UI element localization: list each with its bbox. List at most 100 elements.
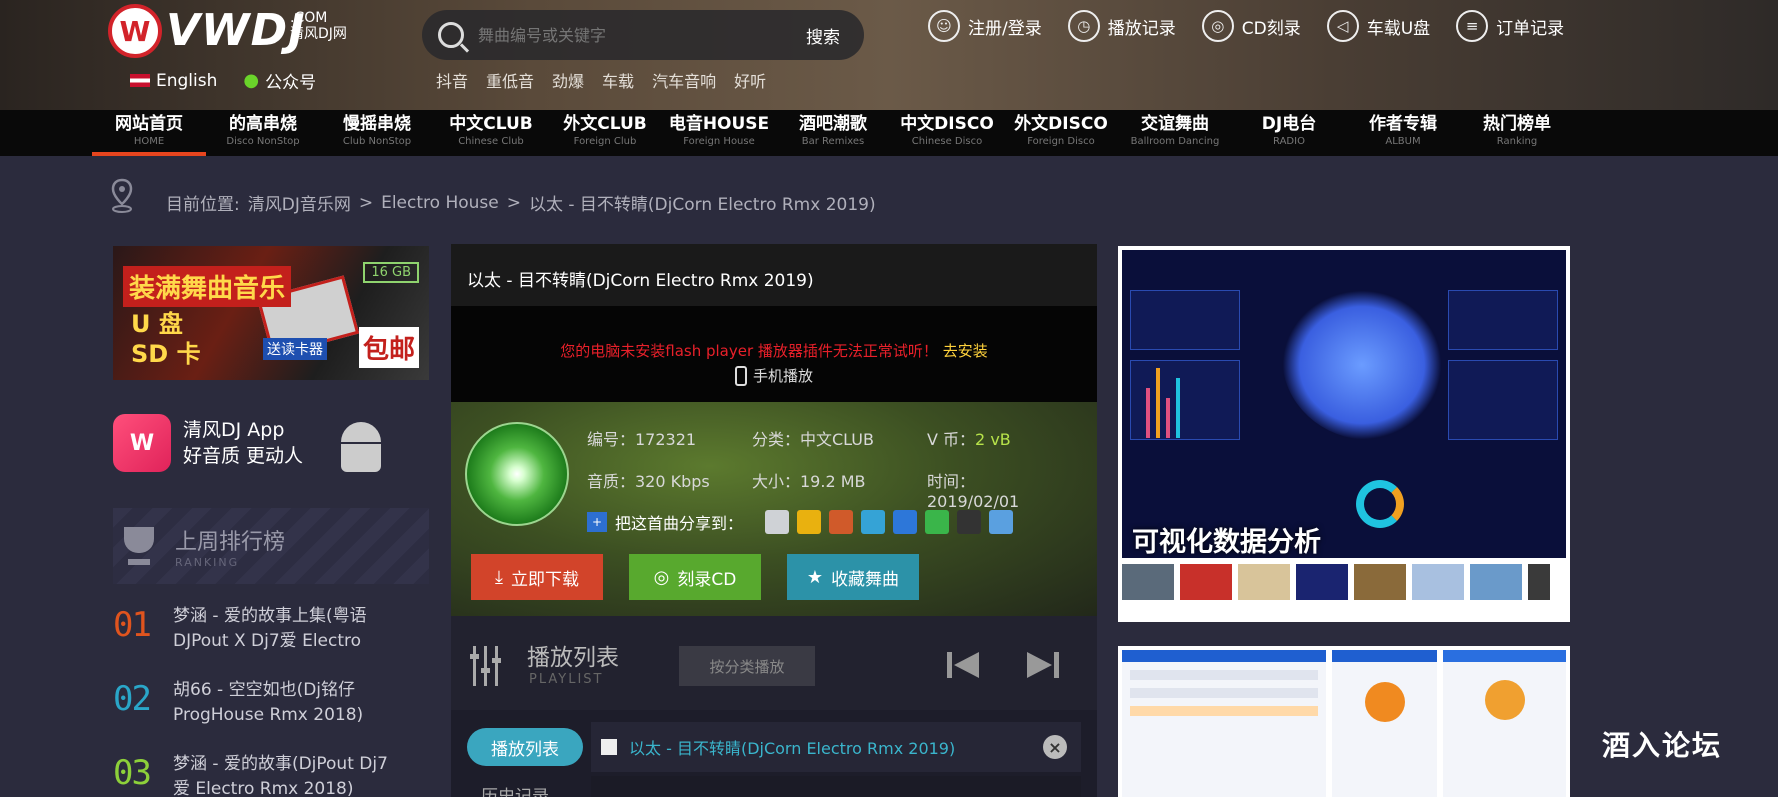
breadcrumb-current: 以太 - 目不转睛(DjCorn Electro Rmx 2019)	[528, 195, 876, 215]
thumbnail-strip	[1122, 564, 1566, 600]
hotword-link[interactable]: 好听	[734, 68, 766, 92]
login-link[interactable]: ☺ 注册/登录	[928, 10, 1042, 42]
row-checkbox[interactable]	[601, 739, 617, 755]
share-plus-icon: +	[587, 512, 607, 532]
table-row[interactable]: 以太 - 目不转睛(DjCorn Electro Rmx 2019) ×	[591, 722, 1081, 772]
site-header: W VWDJ .COM 清风DJ网 English ●公众号 搜索 抖音 重低音…	[0, 0, 1778, 110]
admin-system-ad[interactable]	[1118, 646, 1570, 797]
cd-burn-link[interactable]: ◎ CD刻录	[1201, 10, 1301, 42]
download-button[interactable]: ⤓ 立即下载	[471, 554, 603, 600]
phone-icon	[734, 365, 747, 386]
download-icon: ⤓	[495, 566, 503, 588]
thumbnail[interactable]	[1180, 564, 1232, 600]
hotword-link[interactable]: 重低音	[486, 68, 534, 92]
thumbnail[interactable]	[1412, 564, 1464, 600]
nav-foreign-club[interactable]: 外文CLUB Foreign Club	[548, 110, 662, 156]
nav-chinese-disco[interactable]: 中文DISCO Chinese Disco	[890, 110, 1004, 156]
play-history-link[interactable]: ◷ 播放记录	[1067, 10, 1176, 42]
playlist-song[interactable]: 以太 - 目不转睛(DjCorn Electro Rmx 2019)	[629, 735, 1043, 759]
main-nav: 网站首页 HOME 的高串烧 Disco NonStop 慢摇串烧 Club NonS…	[0, 110, 1778, 156]
search-input[interactable]	[478, 25, 806, 45]
playlist-tab[interactable]: 播放列表	[467, 728, 583, 766]
gift-label: 送读卡器	[263, 338, 327, 360]
breadcrumb-category[interactable]: Electro House	[381, 193, 499, 213]
orders-link[interactable]: ≡ 订单记录	[1456, 10, 1564, 42]
nav-foreign-disco[interactable]: 外文DISCO Foreign Disco	[1004, 110, 1118, 156]
site-logo[interactable]: W VWDJ	[108, 4, 305, 58]
hotword-link[interactable]: 劲爆	[552, 68, 584, 92]
thumbnail[interactable]	[1470, 564, 1522, 600]
ranking-subtitle: RANKING	[175, 555, 240, 569]
share-qq-icon[interactable]	[957, 510, 982, 534]
share-copy-icon[interactable]	[765, 510, 790, 534]
nav-bar-remixes[interactable]: 酒吧潮歌 Bar Remixes	[776, 110, 890, 156]
share-label: 把这首曲分享到：	[615, 514, 744, 533]
search-icon[interactable]	[438, 22, 464, 48]
nav-club-nonstop[interactable]: 慢摇串烧 Club NonStop	[320, 110, 434, 156]
album-disc-image	[465, 422, 569, 526]
usb-promo-banner[interactable]: 装满舞曲音乐 U 盘 SD 卡 16 GB 包邮 送读卡器	[113, 246, 429, 380]
admin-screenshot	[1122, 650, 1327, 797]
nav-ballroom[interactable]: 交谊舞曲 Ballroom Dancing	[1118, 110, 1232, 156]
playlist-body: 播放列表 历史记录 以太 - 目不转睛(DjCorn Electro Rmx 2…	[451, 710, 1097, 797]
share-weibo-icon[interactable]	[829, 510, 854, 534]
mobile-screenshot	[1443, 650, 1566, 797]
thumbnail[interactable]	[1354, 564, 1406, 600]
banner-title: 装满舞曲音乐	[123, 266, 292, 307]
thumbnail[interactable]	[1238, 564, 1290, 600]
nav-disco-nonstop[interactable]: 的高串烧 Disco NonStop	[206, 110, 320, 156]
nav-album[interactable]: 作者专辑 ALBUM	[1346, 110, 1460, 156]
language-links: English ● 公众号	[130, 68, 316, 93]
mobile-play-link[interactable]: 手机播放	[734, 365, 813, 386]
favorite-button[interactable]: ★ 收藏舞曲	[787, 554, 919, 600]
list-item[interactable]: 02 胡66 - 空空如也(Dj铭仔 ProgHouse Rmx 2018)	[113, 678, 429, 752]
search-button[interactable]: 搜索	[806, 23, 840, 48]
nav-house[interactable]: 电音HOUSE Foreign House	[662, 110, 776, 156]
previous-track-icon[interactable]	[945, 650, 981, 680]
hotword-link[interactable]: 汽车音响	[652, 68, 716, 92]
play-by-category-button[interactable]: 按分类播放	[679, 646, 815, 686]
ranking-title: 上周排行榜	[175, 529, 286, 555]
rank-number: 03	[113, 753, 152, 793]
search-bar: 搜索	[422, 10, 864, 60]
share-wechat-icon[interactable]	[925, 510, 950, 534]
english-link[interactable]: English	[130, 71, 217, 91]
thumbnail[interactable]	[1122, 564, 1174, 600]
hotword-link[interactable]: 车载	[602, 68, 634, 92]
install-flash-link[interactable]: 去安装	[943, 342, 988, 360]
equalizer-icon	[470, 646, 501, 686]
thumbnail[interactable]	[1528, 564, 1550, 600]
song-date: 时间：2019/02/01	[927, 472, 1020, 511]
share-more-icon[interactable]	[989, 510, 1014, 534]
thumbnail[interactable]	[1296, 564, 1348, 600]
song-panel: 以太 - 目不转睛(DjCorn Electro Rmx 2019) 您的电脑未…	[451, 244, 1097, 797]
burn-cd-button[interactable]: ◎ 刻录CD	[629, 554, 761, 600]
wechat-link[interactable]: ● 公众号	[243, 68, 316, 93]
share-tieba-icon[interactable]	[861, 510, 886, 534]
location-pin-icon	[111, 178, 133, 213]
trophy-icon	[119, 523, 159, 569]
list-item[interactable]: 01 梦涵 - 爱的故事上集(粤语 DJPout X Dj7爱 Electro	[113, 604, 429, 678]
hotword-link[interactable]: 抖音	[436, 68, 468, 92]
next-track-icon[interactable]	[1025, 650, 1061, 680]
android-icon[interactable]	[339, 418, 383, 472]
history-tab[interactable]: 历史记录	[481, 782, 549, 797]
app-download[interactable]: W 清风DJ App 好音质 更动人	[113, 414, 383, 472]
usb-drive-link[interactable]: ◁ 车载U盘	[1326, 10, 1430, 42]
share-qzone-icon[interactable]	[797, 510, 822, 534]
app-logo-icon: W	[113, 414, 171, 472]
logo-cn: 清风DJ网	[290, 26, 347, 42]
share-renren-icon[interactable]	[893, 510, 918, 534]
nav-radio[interactable]: DJ电台 RADIO	[1232, 110, 1346, 156]
breadcrumb-home[interactable]: 清风DJ音乐网	[248, 190, 351, 215]
data-visualization-ad[interactable]: 可视化数据分析	[1118, 246, 1570, 622]
nav-home[interactable]: 网站首页 HOME	[92, 110, 206, 156]
logo-text: VWDJ	[166, 5, 306, 56]
rank-number: 01	[113, 605, 152, 645]
breadcrumb: 目前位置: 清风DJ音乐网 > Electro House > 以太 - 目不转…	[166, 190, 876, 216]
close-icon[interactable]: ×	[1043, 735, 1067, 759]
banner-sd: SD 卡	[131, 340, 201, 368]
nav-ranking[interactable]: 热门榜单 Ranking	[1460, 110, 1574, 156]
nav-chinese-club[interactable]: 中文CLUB Chinese Club	[434, 110, 548, 156]
list-item[interactable]: 03 梦涵 - 爱的故事(DjPout Dj7 爱 Electro Rmx 201…	[113, 752, 429, 797]
